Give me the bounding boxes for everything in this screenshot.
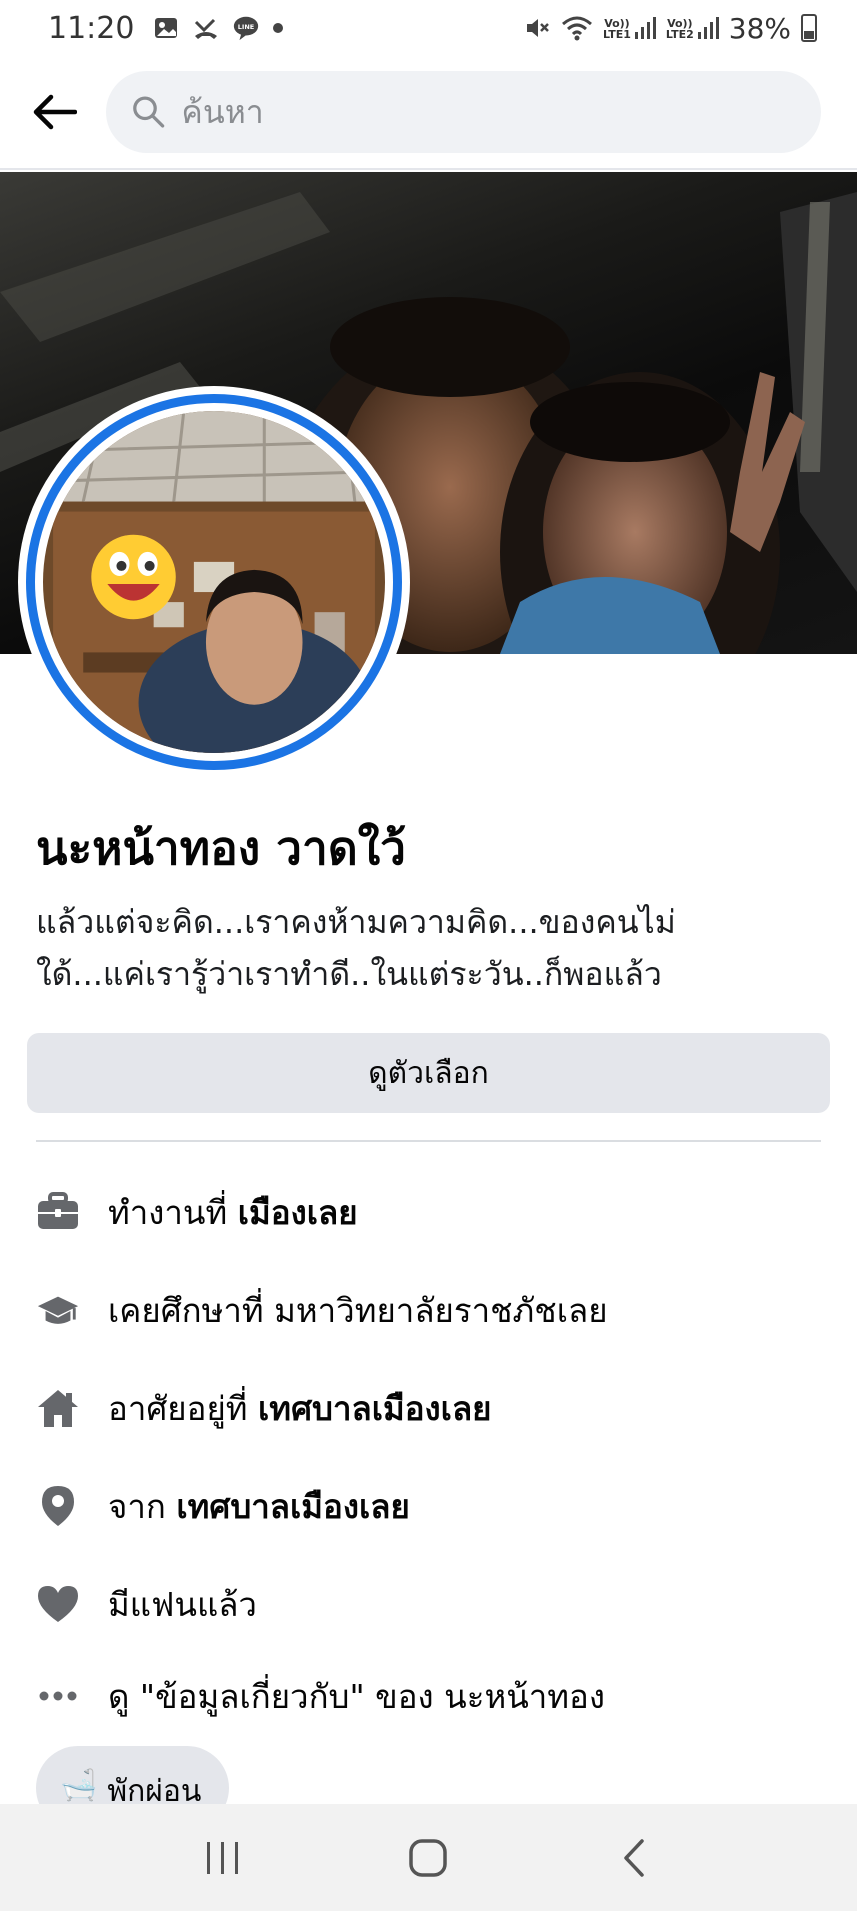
recent-apps-icon [206, 1841, 238, 1874]
bio-line: ใด้...แค่เรารู้ว่าเราทำดี..ในแต่ระวัน..ก… [36, 955, 662, 993]
system-back-button[interactable] [594, 1818, 674, 1898]
signal-1-icon [634, 17, 656, 39]
profile-picture[interactable] [18, 386, 410, 778]
back-button[interactable] [28, 86, 80, 138]
wifi-icon [562, 16, 592, 41]
back-arrow-icon [33, 94, 77, 130]
from-label: จาก [108, 1486, 177, 1526]
bathtub-icon: 🛁 [60, 1768, 98, 1803]
avatar-image [43, 411, 385, 753]
profile-name: นะหน้าทอง วาดใว้ [36, 821, 406, 875]
missed-call-icon [195, 18, 218, 39]
battery-percent: 38% [728, 11, 791, 45]
sim1-indicator: Vo)) LTE1 [603, 16, 656, 40]
chevron-left-icon [624, 1838, 644, 1877]
home-circle-icon [409, 1838, 448, 1877]
search-header [0, 56, 857, 170]
view-options-button[interactable]: ดูตัวเลือก [27, 1033, 830, 1113]
home-icon [36, 1386, 80, 1430]
briefcase-icon [36, 1190, 80, 1234]
divider [36, 1140, 821, 1142]
signal-2-icon [697, 17, 719, 39]
battery-icon [801, 14, 817, 42]
search-input[interactable] [181, 93, 821, 131]
work-value[interactable]: เมืองเลย [238, 1186, 358, 1239]
recent-apps-button[interactable] [183, 1818, 263, 1898]
svg-text:LINE: LINE [238, 23, 254, 31]
status-time: 11:20 [48, 10, 135, 46]
home-button[interactable] [388, 1818, 468, 1898]
graduation-cap-icon [36, 1288, 80, 1332]
search-icon [133, 96, 165, 128]
about-link[interactable]: ดู "ข้อมูลเกี่ยวกับ" ของ นะหน้าทอง [108, 1670, 605, 1723]
more-dots-icon [36, 1674, 80, 1718]
education-text: เคยศึกษาที่ มหาวิทยาลัยราชภัชเลย [108, 1290, 608, 1330]
info-row-lives: อาศัยอยู่ที่ เทศบาลเมืองเลย [36, 1378, 492, 1438]
location-pin-icon [36, 1484, 80, 1528]
status-bar: 11:20 LINE Vo)) LTE1 Vo)) LTE2 38% [0, 0, 857, 56]
more-notifications-dot-icon [273, 23, 284, 33]
info-row-work: ทำงานที่ เมืองเลย [36, 1182, 358, 1242]
work-label: ทำงานที่ [108, 1192, 238, 1232]
system-navigation-bar [0, 1804, 857, 1911]
info-row-education: เคยศึกษาที่ มหาวิทยาลัยราชภัชเลย [36, 1280, 608, 1340]
info-row-about[interactable]: ดู "ข้อมูลเกี่ยวกับ" ของ นะหน้าทอง [36, 1666, 605, 1726]
heart-icon [36, 1582, 80, 1626]
lives-label: อาศัยอยู่ที่ [108, 1388, 259, 1428]
mute-icon [527, 19, 549, 37]
story-ring [26, 394, 402, 770]
info-row-relationship: มีแฟนแล้ว [36, 1574, 257, 1634]
avatar [43, 411, 385, 753]
sim2-indicator: Vo)) LTE2 [666, 16, 719, 40]
info-row-from: จาก เทศบาลเมืองเลย [36, 1476, 410, 1536]
bio-line: แล้วแต่จะคิด...เราคงห้ามความคิด...ของคนไ… [36, 903, 676, 941]
line-app-icon: LINE [234, 16, 259, 41]
search-bar[interactable] [106, 71, 821, 153]
lives-value[interactable]: เทศบาลเมืองเลย [258, 1382, 491, 1435]
profile-bio: แล้วแต่จะคิด...เราคงห้ามความคิด...ของคนไ… [36, 896, 816, 1000]
from-value[interactable]: เทศบาลเมืองเลย [176, 1480, 409, 1533]
relationship-text: มีแฟนแล้ว [108, 1584, 257, 1624]
gallery-notification-icon [155, 18, 178, 38]
